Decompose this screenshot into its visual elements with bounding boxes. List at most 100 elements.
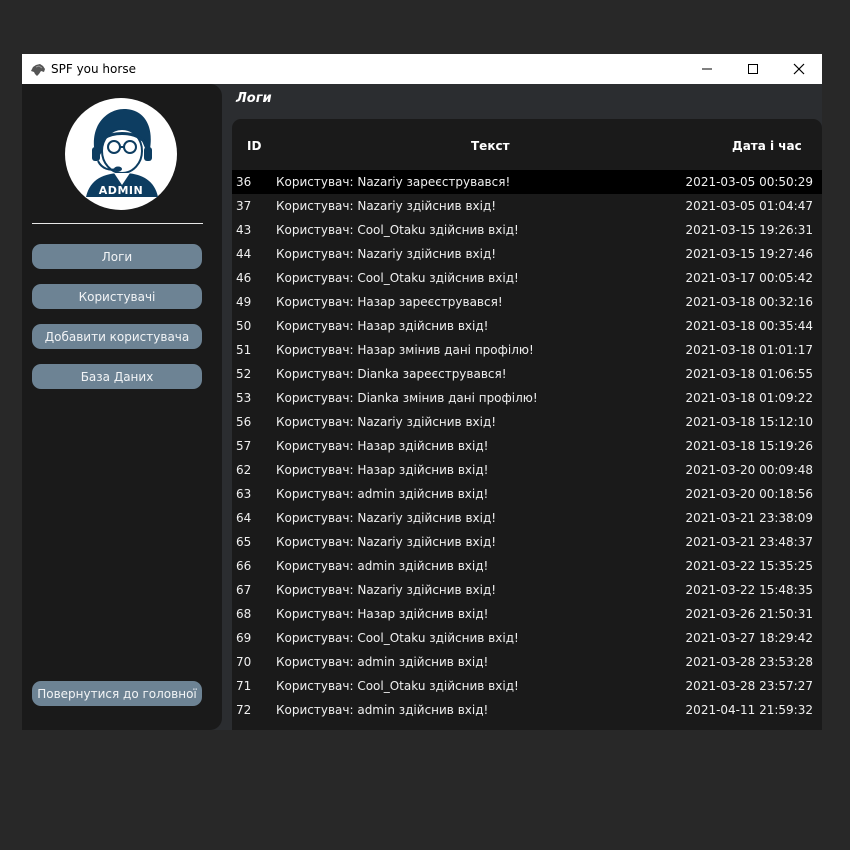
row-text-cell: Користувач: admin здійснив вхід! [276,559,489,573]
row-id-cell: 70 [236,655,252,669]
row-date-cell: 2021-03-18 00:32:16 [685,295,813,309]
row-date-cell: 2021-03-18 01:06:55 [685,367,813,381]
row-date-cell: 2021-03-15 19:27:46 [685,247,813,261]
table-row[interactable]: 50 Користувач: Назар здійснив вхід! 2021-0… [232,314,822,338]
row-id-cell: 69 [236,631,252,645]
row-id-cell: 62 [236,463,252,477]
table-row[interactable]: 56 Користувач: Nazariy здійснив вхід! 2021… [232,410,822,434]
row-text-cell: Користувач: Dianka змінив дані профілю! [276,391,538,405]
row-text-cell: Користувач: Назар зареєструвався! [276,295,503,309]
row-date-cell: 2021-03-22 15:48:35 [685,583,813,597]
row-id-cell: 56 [236,415,252,429]
row-id-cell: 46 [236,271,252,285]
title-bar[interactable]: SPF you horse [22,54,822,84]
row-text-cell: Користувач: Назар здійснив вхід! [276,607,489,621]
row-text-cell: Користувач: Cool_Otaku здійснив вхід! [276,679,519,693]
table-row[interactable]: 43 Користувач: Cool_Otaku здійснив вхід! 2… [232,218,822,242]
row-id-cell: 53 [236,391,252,405]
row-date-cell: 2021-03-18 00:35:44 [685,319,813,333]
row-id-cell: 43 [236,223,252,237]
row-text-cell: Користувач: Cool_Otaku здійснив вхід! [276,271,519,285]
table-row[interactable]: 66 Користувач: admin здійснив вхід! 2021-0… [232,554,822,578]
table-row[interactable]: 70 Користувач: admin здійснив вхід! 2021-0… [232,650,822,674]
close-button[interactable] [776,54,822,84]
row-text-cell: Користувач: Nazariy здійснив вхід! [276,415,497,429]
row-text-cell: Користувач: admin здійснив вхід! [276,655,489,669]
horse-icon [30,62,46,76]
row-id-cell: 57 [236,439,252,453]
maximize-icon [748,64,758,74]
column-header-text[interactable]: Текст [471,139,510,153]
row-date-cell: 2021-03-17 00:05:42 [685,271,813,285]
minimize-icon [702,68,712,70]
table-row[interactable]: 62 Користувач: Назар здійснив вхід! 2021-0… [232,458,822,482]
table-row[interactable]: 49 Користувач: Назар зареєструвався! 2021-… [232,290,822,314]
row-text-cell: Користувач: Назар здійснив вхід! [276,463,489,477]
row-date-cell: 2021-03-21 23:48:37 [685,535,813,549]
table-row[interactable]: 67 Користувач: Nazariy здійснив вхід! 2021… [232,578,822,602]
nav-database-button[interactable]: База Даних [32,364,202,389]
row-id-cell: 52 [236,367,252,381]
nav-add-user-button[interactable]: Добавити користувача [32,324,202,349]
row-text-cell: Користувач: Назар здійснив вхід! [276,439,489,453]
row-date-cell: 2021-03-05 00:50:29 [685,175,813,189]
sidebar: ADMIN Логи Користувачі Добавити користув… [22,84,222,730]
table-row[interactable]: 71 Користувач: Cool_Otaku здійснив вхід! 2… [232,674,822,698]
nav-users-button[interactable]: Користувачі [32,284,202,309]
table-row[interactable]: 64 Користувач: Nazariy здійснив вхід! 2021… [232,506,822,530]
table-row[interactable]: 51 Користувач: Назар змінив дані профілю!… [232,338,822,362]
row-id-cell: 71 [236,679,252,693]
row-id-cell: 65 [236,535,252,549]
row-id-cell: 68 [236,607,252,621]
row-id-cell: 72 [236,703,252,717]
row-id-cell: 37 [236,199,252,213]
table-row[interactable]: 72 Користувач: admin здійснив вхід! 2021-0… [232,698,822,722]
row-text-cell: Користувач: Cool_Otaku здійснив вхід! [276,223,519,237]
avatar-label: ADMIN [98,184,144,197]
row-text-cell: Користувач: Nazariy здійснив вхід! [276,199,497,213]
page-title: Логи [236,91,272,106]
row-text-cell: Користувач: Nazariy зареєструвався! [276,175,511,189]
row-date-cell: 2021-03-05 01:04:47 [685,199,813,213]
row-id-cell: 67 [236,583,252,597]
logs-table[interactable]: ID Текст Дата і час 36 Користувач: Nazari… [232,119,822,730]
row-date-cell: 2021-03-28 23:57:27 [685,679,813,693]
row-date-cell: 2021-03-18 01:01:17 [685,343,813,357]
row-text-cell: Користувач: Dianka зареєструвався! [276,367,507,381]
table-row[interactable]: 37 Користувач: Nazariy здійснив вхід! 2021… [232,194,822,218]
row-text-cell: Користувач: Cool_Otaku здійснив вхід! [276,631,519,645]
close-icon [793,63,805,75]
table-row[interactable]: 36 Користувач: Nazariy зареєструвався! 202… [232,170,822,194]
table-row[interactable]: 63 Користувач: admin здійснив вхід! 2021-0… [232,482,822,506]
maximize-button[interactable] [730,54,776,84]
table-row[interactable]: 65 Користувач: Nazariy здійснив вхід! 2021… [232,530,822,554]
table-body: 36 Користувач: Nazariy зареєструвався! 202… [232,170,822,722]
admin-avatar: ADMIN [64,97,178,211]
row-id-cell: 64 [236,511,252,525]
nav-logs-button[interactable]: Логи [32,244,202,269]
row-date-cell: 2021-03-18 15:19:26 [685,439,813,453]
table-row[interactable]: 53 Користувач: Dianka змінив дані профілю… [232,386,822,410]
row-id-cell: 36 [236,175,252,189]
back-to-main-button[interactable]: Повернутися до головної [32,681,202,706]
table-row[interactable]: 69 Користувач: Cool_Otaku здійснив вхід! 2… [232,626,822,650]
column-header-id[interactable]: ID [247,139,261,153]
row-id-cell: 49 [236,295,252,309]
row-date-cell: 2021-03-20 00:18:56 [685,487,813,501]
row-text-cell: Користувач: admin здійснив вхід! [276,703,489,717]
column-header-date[interactable]: Дата і час [732,139,802,153]
table-row[interactable]: 44 Користувач: Nazariy здійснив вхід! 2021… [232,242,822,266]
row-date-cell: 2021-03-21 23:38:09 [685,511,813,525]
sidebar-divider [32,223,203,224]
row-date-cell: 2021-03-18 01:09:22 [685,391,813,405]
row-text-cell: Користувач: Nazariy здійснив вхід! [276,511,497,525]
row-date-cell: 2021-03-28 23:53:28 [685,655,813,669]
row-id-cell: 51 [236,343,252,357]
table-row[interactable]: 52 Користувач: Dianka зареєструвався! 2021… [232,362,822,386]
row-date-cell: 2021-03-22 15:35:25 [685,559,813,573]
table-row[interactable]: 57 Користувач: Назар здійснив вхід! 2021-0… [232,434,822,458]
row-text-cell: Користувач: Nazariy здійснив вхід! [276,535,497,549]
table-row[interactable]: 68 Користувач: Назар здійснив вхід! 2021-0… [232,602,822,626]
table-row[interactable]: 46 Користувач: Cool_Otaku здійснив вхід! 2… [232,266,822,290]
minimize-button[interactable] [684,54,730,84]
